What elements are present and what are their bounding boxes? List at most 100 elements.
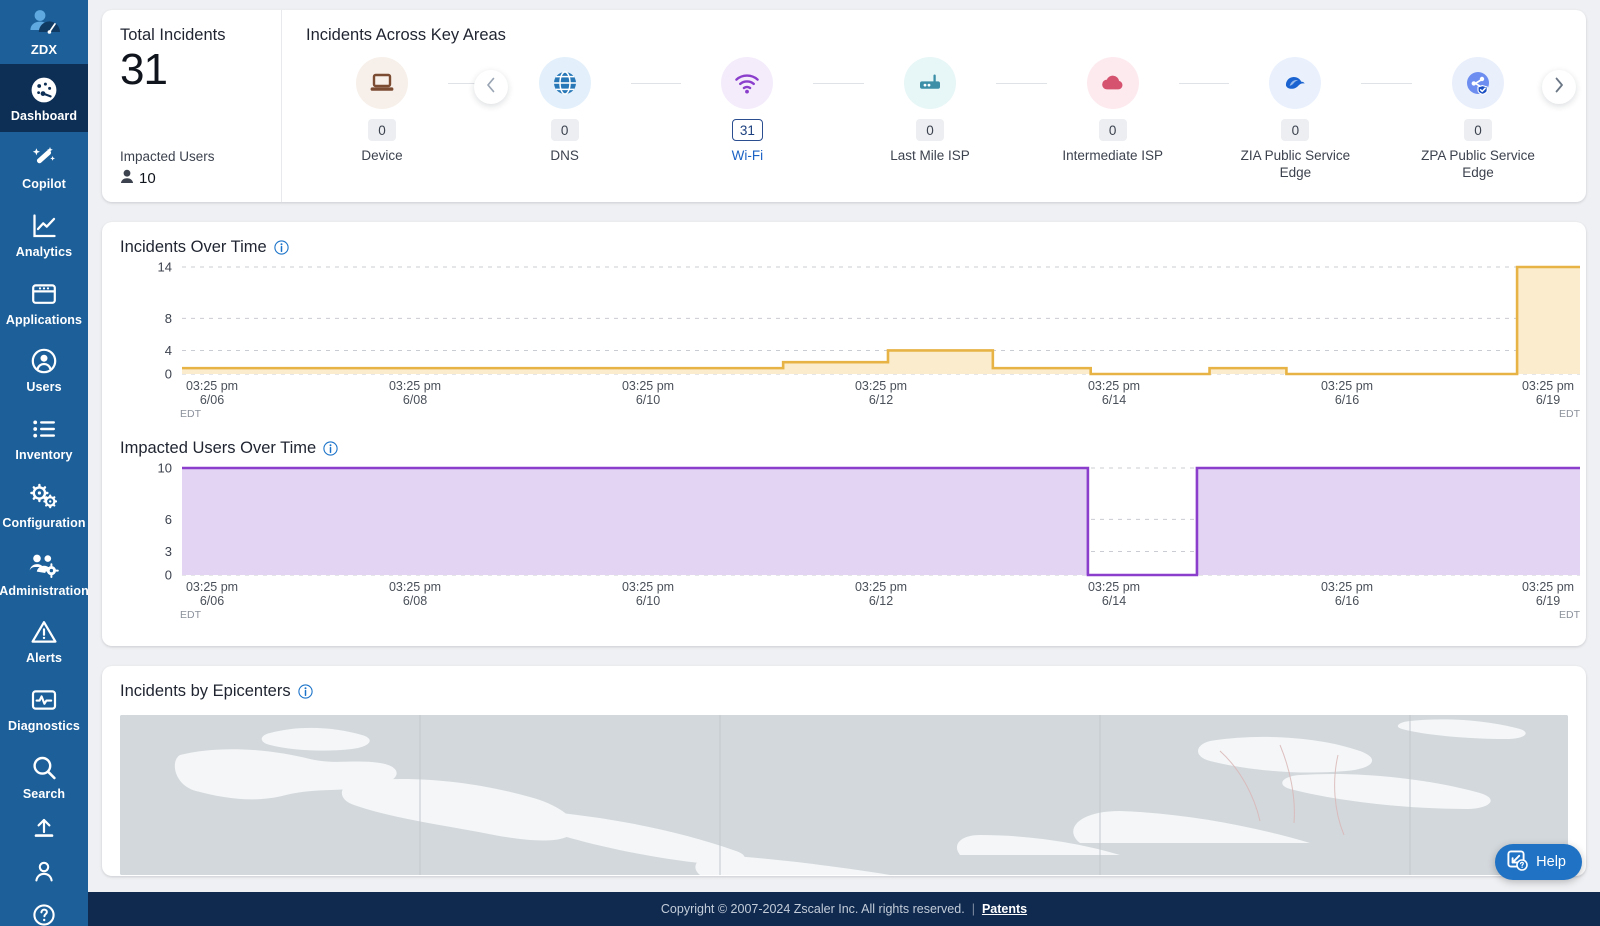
y-axis-tick: 3 <box>165 544 172 559</box>
sidebar-profile-button[interactable] <box>0 853 88 896</box>
sidebar-brand-zdx[interactable]: ZDX <box>0 0 88 64</box>
app-root: ZDX Dashboard Copilot Analytics Applicat… <box>0 0 1600 926</box>
x-axis-tick-date: 6/10 <box>636 594 660 608</box>
info-icon[interactable] <box>274 240 289 255</box>
key-area-connector <box>813 83 865 84</box>
sidebar-help-button[interactable] <box>0 896 88 926</box>
key-areas-next-button[interactable] <box>1542 70 1576 104</box>
gears-icon <box>29 480 59 514</box>
help-button[interactable]: Help <box>1495 844 1582 880</box>
sidebar-item-administration[interactable]: Administration <box>0 539 88 607</box>
key-area-item[interactable]: 0 Device <box>316 57 448 165</box>
key-area-item[interactable]: 0 ZIA Public Service Edge <box>1229 57 1361 182</box>
key-area-connector <box>1178 83 1230 84</box>
x-axis-tick-date: 6/08 <box>403 594 427 608</box>
info-icon[interactable] <box>297 684 313 699</box>
y-axis-tick: 0 <box>165 367 172 382</box>
key-areas-panel: Incidents Across Key Areas 0 Device 0 DNS <box>282 10 1586 202</box>
user-circle-icon <box>30 344 58 378</box>
key-area-item[interactable]: 0 Last Mile ISP <box>864 57 996 165</box>
footer-separator: | <box>971 902 975 916</box>
warning-icon <box>30 615 58 649</box>
sidebar-item-users[interactable]: Users <box>0 335 88 403</box>
sidebar-brand-label: ZDX <box>30 42 58 57</box>
person-icon <box>31 860 57 889</box>
incidents-over-time-header: Incidents Over Time <box>120 238 1568 257</box>
router-icon <box>904 57 957 109</box>
sidebar-item-inventory[interactable]: Inventory <box>0 403 88 471</box>
total-incidents-panel: Total Incidents 31 Impacted Users 10 <box>102 10 282 202</box>
help-expand-icon <box>1506 849 1528 875</box>
sidebar-item-analytics[interactable]: Analytics <box>0 200 88 268</box>
key-area-item[interactable]: 0 DNS <box>499 57 631 165</box>
sidebar-item-diagnostics[interactable]: Diagnostics <box>0 674 88 742</box>
sidebar-item-diagnostics-label: Diagnostics <box>8 719 80 734</box>
key-area-count: 0 <box>916 119 945 141</box>
zscaler-cloud-icon <box>1269 57 1322 109</box>
key-areas-prev-button[interactable] <box>474 70 508 104</box>
key-area-item[interactable]: 0 Intermediate ISP <box>1047 57 1179 165</box>
patents-link[interactable]: Patents <box>982 902 1027 916</box>
total-incidents-value: 31 <box>120 45 168 94</box>
x-axis-tick-time: 03:25 pm <box>1522 580 1574 594</box>
key-area-label: Intermediate ISP <box>1062 148 1163 163</box>
key-area-count: 0 <box>1098 119 1127 141</box>
sidebar-item-administration-label: Administration <box>0 583 88 598</box>
primary-sidebar: ZDX Dashboard Copilot Analytics Applicat… <box>0 0 88 926</box>
impacted-users-panel: Impacted Users 10 <box>120 149 281 188</box>
y-axis-tick: 6 <box>165 512 172 527</box>
x-axis-tick-time: 03:25 pm <box>855 580 907 594</box>
x-axis-tick-time: 03:25 pm <box>1088 580 1140 594</box>
impacted-users-over-time-title: Impacted Users Over Time <box>120 439 317 457</box>
x-axis-tick-time: 03:25 pm <box>186 580 238 594</box>
summary-card: Total Incidents 31 Impacted Users 10 Inc… <box>102 10 1586 202</box>
info-icon[interactable] <box>323 441 338 456</box>
incidents-over-time-plot[interactable]: 0 4 8 14 03:25 pm 6/06 03:25 pm 6/08 03:25 pm 6/1… <box>120 257 1581 427</box>
main-content: Total Incidents 31 Impacted Users 10 Inc… <box>88 0 1600 926</box>
key-area-count: 31 <box>731 119 763 141</box>
sidebar-item-configuration[interactable]: Configuration <box>0 471 88 539</box>
x-axis-tick-time: 03:25 pm <box>1321 379 1373 393</box>
x-axis-tick-time: 03:25 pm <box>622 379 674 393</box>
sidebar-item-users-label: Users <box>26 380 62 395</box>
x-axis-tick-time: 03:25 pm <box>1522 379 1574 393</box>
sidebar-item-search[interactable]: Search <box>0 742 88 810</box>
sidebar-item-alerts[interactable]: Alerts <box>0 606 88 674</box>
sidebar-item-copilot-label: Copilot <box>22 177 66 192</box>
series-area <box>182 468 1580 575</box>
chevron-left-icon <box>486 77 496 97</box>
help-label: Help <box>1536 854 1566 870</box>
x-axis-tick-date: 6/12 <box>869 393 893 407</box>
timezone-label: EDT <box>180 609 202 621</box>
epicenters-card: Incidents by Epicenters <box>102 666 1586 876</box>
sidebar-item-analytics-label: Analytics <box>15 244 73 259</box>
timezone-label: EDT <box>180 408 202 420</box>
x-axis-tick-date: 6/19 <box>1536 594 1560 608</box>
impacted-users-over-time-plot[interactable]: 0 3 6 10 03:25 pm 6/06 03:25 pm 6/08 03:25 pm 6/1… <box>120 458 1581 628</box>
y-axis-tick: 14 <box>158 260 172 275</box>
x-axis-tick-date: 6/12 <box>869 594 893 608</box>
key-area-count: 0 <box>1464 119 1493 141</box>
sidebar-item-alerts-label: Alerts <box>25 651 63 666</box>
y-axis-tick: 4 <box>165 343 172 358</box>
x-axis-tick-time: 03:25 pm <box>1321 580 1373 594</box>
help-circle-icon <box>31 903 57 926</box>
world-map[interactable] <box>120 715 1568 875</box>
sidebar-item-dashboard[interactable]: Dashboard <box>0 64 88 133</box>
timezone-label: EDT <box>1559 609 1581 621</box>
timezone-label: EDT <box>1559 408 1581 420</box>
cloud-icon <box>1086 57 1139 109</box>
sidebar-upload-button[interactable] <box>0 810 88 853</box>
sidebar-item-copilot[interactable]: Copilot <box>0 132 88 200</box>
x-axis-tick-time: 03:25 pm <box>855 379 907 393</box>
sidebar-item-applications[interactable]: Applications <box>0 268 88 336</box>
key-area-item[interactable]: 31 Wi-Fi <box>681 57 813 165</box>
key-area-count: 0 <box>550 119 579 141</box>
key-area-item[interactable]: 0 ZPA Public Service Edge <box>1412 57 1544 182</box>
laptop-icon <box>356 57 408 109</box>
chevron-right-icon <box>1554 77 1564 97</box>
gauge-icon <box>30 73 58 107</box>
person-icon <box>120 169 134 188</box>
x-axis-tick-time: 03:25 pm <box>622 580 674 594</box>
line-chart-icon <box>30 209 58 243</box>
